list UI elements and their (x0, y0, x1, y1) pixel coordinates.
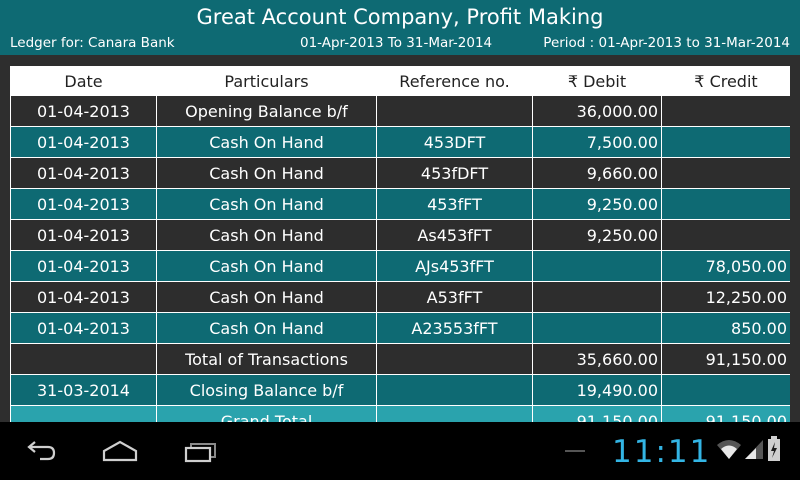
cell-date (10, 405, 157, 422)
grand-total-credit: 91,150.00 (661, 405, 790, 422)
table-row[interactable]: 01-04-2013 Cash On Hand AJs453fFT 78,050… (10, 250, 790, 282)
cell-reference (376, 95, 533, 127)
battery-charging-icon (767, 436, 781, 466)
cell-particulars: Cash On Hand (156, 126, 377, 158)
cell-particulars: Opening Balance b/f (156, 95, 377, 127)
cell-debit (532, 281, 662, 313)
grand-total-debit: 91,150.00 (532, 405, 662, 422)
cell-reference: A53fFT (376, 281, 533, 313)
cell-reference: 453DFT (376, 126, 533, 158)
cell-reference: As453fFT (376, 219, 533, 251)
home-icon[interactable] (100, 436, 140, 466)
total-row: Total of Transactions 35,660.00 91,150.0… (10, 343, 790, 375)
cell-date: 01-04-2013 (10, 95, 157, 127)
table-row[interactable]: 01-04-2013 Cash On Hand 453fFT 9,250.00 (10, 188, 790, 220)
cell-reference: 453fFT (376, 188, 533, 220)
cell-credit: 78,050.00 (661, 250, 790, 282)
wifi-icon (716, 438, 742, 464)
recent-apps-icon[interactable] (180, 436, 220, 466)
cell-date: 31-03-2014 (10, 374, 157, 406)
cell-credit (661, 188, 790, 220)
cell-reference: 453fDFT (376, 157, 533, 189)
total-debit: 35,660.00 (532, 343, 662, 375)
cell-debit (532, 250, 662, 282)
closing-credit (661, 374, 790, 406)
cell-date: 01-04-2013 (10, 157, 157, 189)
ledger-name: Ledger for: Canara Bank (10, 35, 175, 51)
cell-particulars: Cash On Hand (156, 157, 377, 189)
closing-debit: 19,490.00 (532, 374, 662, 406)
cell-particulars: Cash On Hand (156, 312, 377, 344)
company-title: Great Account Company, Profit Making (196, 5, 604, 29)
col-header-debit: ₹ Debit (532, 66, 662, 96)
grand-total-row: Grand Total 91,150.00 91,150.00 (10, 405, 790, 422)
table-row[interactable]: 01-04-2013 Cash On Hand 453fDFT 9,660.00 (10, 157, 790, 189)
cell-date (10, 343, 157, 375)
cell-debit: 9,250.00 (532, 188, 662, 220)
col-header-credit: ₹ Credit (661, 66, 790, 96)
cell-debit (532, 312, 662, 344)
cell-reference (376, 405, 533, 422)
col-header-date: Date (10, 66, 157, 96)
cell-particulars: Cash On Hand (156, 250, 377, 282)
back-icon[interactable] (20, 436, 60, 466)
cell-reference (376, 343, 533, 375)
closing-balance-row[interactable]: 31-03-2014 Closing Balance b/f 19,490.00 (10, 374, 790, 406)
cell-date: 01-04-2013 (10, 281, 157, 313)
ledger-table: Date Particulars Reference no. ₹ Debit ₹… (10, 66, 790, 422)
col-header-reference: Reference no. (376, 66, 533, 96)
closing-label: Closing Balance b/f (156, 374, 377, 406)
cell-date: 01-04-2013 (10, 219, 157, 251)
grand-total-label: Grand Total (156, 405, 377, 422)
table-row[interactable]: 01-04-2013 Cash On Hand As453fFT 9,250.0… (10, 219, 790, 251)
cell-debit: 9,660.00 (532, 157, 662, 189)
cell-reference (376, 374, 533, 406)
status-clock: 11:11 (612, 434, 712, 470)
table-row[interactable]: 01-04-2013 Opening Balance b/f 36,000.00 (10, 95, 790, 127)
cell-credit: 12,250.00 (661, 281, 790, 313)
table-row[interactable]: 01-04-2013 Cash On Hand 453DFT 7,500.00 (10, 126, 790, 158)
table-row[interactable]: 01-04-2013 Cash On Hand A53fFT 12,250.00 (10, 281, 790, 313)
cell-credit (661, 219, 790, 251)
cell-credit (661, 157, 790, 189)
cell-reference: A23553fFT (376, 312, 533, 344)
period-label: Period : 01-Apr-2013 to 31-Mar-2014 (543, 35, 790, 51)
cell-date: 01-04-2013 (10, 126, 157, 158)
cell-credit: 850.00 (661, 312, 790, 344)
cell-particulars: Cash On Hand (156, 188, 377, 220)
date-range: 01-Apr-2013 To 31-Mar-2014 (300, 35, 493, 51)
cell-date: 01-04-2013 (10, 188, 157, 220)
cell-debit: 9,250.00 (532, 219, 662, 251)
table-row[interactable]: 01-04-2013 Cash On Hand A23553fFT 850.00 (10, 312, 790, 344)
total-label: Total of Transactions (156, 343, 377, 375)
menu-indicator (565, 450, 585, 452)
col-header-particulars: Particulars (156, 66, 377, 96)
ledger-table-container[interactable]: Date Particulars Reference no. ₹ Debit ₹… (10, 66, 790, 422)
signal-icon (744, 438, 764, 464)
cell-date: 01-04-2013 (10, 250, 157, 282)
table-header-row: Date Particulars Reference no. ₹ Debit ₹… (10, 66, 790, 96)
cell-credit (661, 95, 790, 127)
cell-debit: 7,500.00 (532, 126, 662, 158)
cell-particulars: Cash On Hand (156, 219, 377, 251)
cell-credit (661, 126, 790, 158)
app-header: Great Account Company, Profit Making Led… (0, 0, 800, 55)
total-credit: 91,150.00 (661, 343, 790, 375)
cell-reference: AJs453fFT (376, 250, 533, 282)
cell-debit: 36,000.00 (532, 95, 662, 127)
system-nav-bar: 11:11 (0, 422, 800, 480)
cell-particulars: Cash On Hand (156, 281, 377, 313)
cell-date: 01-04-2013 (10, 312, 157, 344)
